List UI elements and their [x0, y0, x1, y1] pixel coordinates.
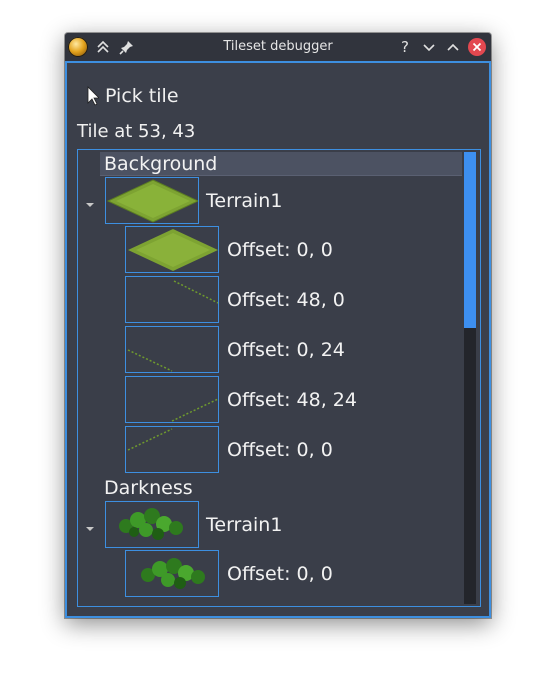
debugger-panel: Pick tile Tile at 53, 43 Background Terr…	[65, 61, 491, 618]
vertical-scrollbar[interactable]	[464, 152, 476, 604]
tile-thumbnail[interactable]	[125, 276, 219, 323]
offset-label: Offset: 0, 0	[227, 239, 333, 261]
pick-tile-button[interactable]: Pick tile	[85, 83, 179, 109]
group-header-background[interactable]: Background	[100, 152, 462, 176]
terrain-thumbnail[interactable]	[105, 501, 199, 548]
terrain-thumbnail[interactable]	[105, 177, 199, 224]
maximize-icon[interactable]	[443, 37, 463, 57]
pick-tile-label: Pick tile	[105, 85, 179, 107]
svg-text:?: ?	[401, 38, 409, 56]
tile-thumbnail[interactable]	[125, 550, 219, 597]
tile-position-label: Tile at 53, 43	[77, 121, 196, 142]
terrain-label: Terrain1	[206, 514, 283, 536]
tileset-debugger-window: Tileset debugger ? Pick tile Tile at 53,…	[65, 33, 491, 618]
offset-label: Offset: 0, 0	[227, 439, 333, 461]
offset-label: Offset: 48, 0	[227, 289, 345, 311]
offset-label: Offset: 0, 24	[227, 339, 345, 361]
offset-label: Offset: 48, 24	[227, 389, 357, 411]
help-icon[interactable]: ?	[395, 37, 415, 57]
tile-thumbnail[interactable]	[125, 426, 219, 473]
collapse-arrow-icon[interactable]	[85, 195, 95, 207]
cursor-icon	[87, 86, 99, 106]
tile-thumbnail[interactable]	[125, 376, 219, 423]
title-bar[interactable]: Tileset debugger ?	[65, 33, 491, 61]
close-icon	[472, 42, 482, 52]
close-button[interactable]	[468, 38, 486, 56]
tile-thumbnail[interactable]	[125, 326, 219, 373]
offset-label: Offset: 0, 0	[227, 563, 333, 585]
terrain-label: Terrain1	[206, 190, 283, 212]
collapse-arrow-icon[interactable]	[85, 519, 95, 531]
tile-tree[interactable]: Background Terrain1 Offset: 0, 0 Offset:…	[77, 149, 481, 607]
group-header-darkness[interactable]: Darkness	[104, 477, 193, 499]
minimize-icon[interactable]	[419, 37, 439, 57]
scrollbar-thumb[interactable]	[464, 152, 476, 328]
tile-thumbnail[interactable]	[125, 226, 219, 273]
